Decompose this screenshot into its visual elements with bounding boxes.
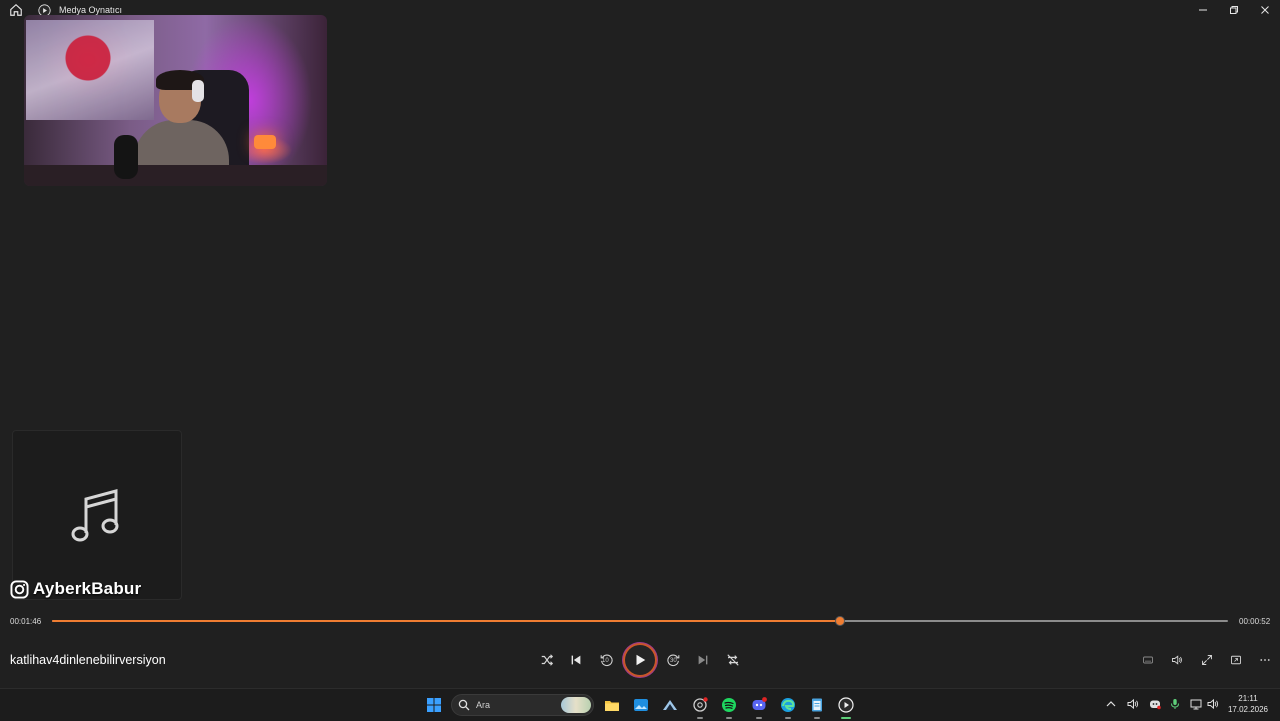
tray-volume[interactable] xyxy=(1206,697,1220,711)
tray-microphone[interactable] xyxy=(1168,697,1182,711)
media-player-icon xyxy=(838,697,854,713)
skip-forward-label: 30 xyxy=(670,658,677,664)
webcam-desk xyxy=(24,165,327,186)
subtitles-icon xyxy=(1143,656,1153,664)
chatgpt-running-indicator xyxy=(697,717,703,719)
seek-bar[interactable] xyxy=(52,616,1228,626)
chatgpt-icon xyxy=(693,697,708,712)
file-explorer-icon xyxy=(605,701,619,711)
play-icon xyxy=(636,654,646,666)
previous-icon xyxy=(571,655,581,665)
notepad-icon xyxy=(812,698,822,712)
subtitles-button[interactable] xyxy=(1138,650,1158,670)
fullscreen-button[interactable] xyxy=(1197,650,1217,670)
volume-icon xyxy=(1172,655,1182,665)
taskbar: Ara 21:11 17.02.2026 xyxy=(0,688,1280,721)
home-icon[interactable] xyxy=(9,3,23,17)
discord-tray-icon xyxy=(1150,700,1161,710)
windows-start-icon xyxy=(427,698,441,712)
more-icon xyxy=(1260,659,1270,661)
taskbar-search[interactable]: Ara xyxy=(451,694,594,716)
music-note-icon xyxy=(70,485,124,545)
instagram-handle: AyberkBabur xyxy=(33,579,142,598)
webcam-overlay xyxy=(24,15,327,186)
seek-bar-thumb[interactable] xyxy=(834,616,845,626)
taskbar-chatgpt[interactable] xyxy=(691,696,709,714)
clock-time: 21:11 xyxy=(1238,694,1258,703)
close-button[interactable] xyxy=(1250,0,1280,20)
network-icon xyxy=(1190,699,1202,710)
webcam-lamp xyxy=(254,135,276,149)
taskbar-photos[interactable] xyxy=(632,696,650,714)
discord-running-indicator xyxy=(756,717,762,719)
webcam-microphone xyxy=(114,135,138,179)
volume-icon xyxy=(1207,698,1219,710)
taskbar-notepad[interactable] xyxy=(808,696,826,714)
search-highlight-image xyxy=(561,697,591,713)
taskbar-media-player[interactable] xyxy=(837,696,855,714)
instagram-overlay: AyberkBabur xyxy=(10,578,141,600)
elapsed-time: 00:01:46 xyxy=(10,617,42,626)
chevron-up-icon xyxy=(1106,701,1116,707)
edge-icon xyxy=(781,698,795,712)
track-title: katlihav4dinlenebilirversiyon xyxy=(10,653,166,667)
photos-icon xyxy=(634,699,648,711)
taskbar-clock[interactable]: 21:11 17.02.2026 xyxy=(1226,693,1270,715)
volume-button[interactable] xyxy=(1167,650,1187,670)
miniplayer-button[interactable] xyxy=(1226,650,1246,670)
taskbar-discord[interactable] xyxy=(750,696,768,714)
discord-icon xyxy=(752,697,767,710)
taskbar-edge[interactable] xyxy=(779,696,797,714)
notepad-running-indicator xyxy=(814,717,820,719)
repeat-off-icon xyxy=(727,654,739,666)
windows-start-button[interactable] xyxy=(425,696,443,714)
play-button[interactable] xyxy=(625,645,655,675)
spotify-icon xyxy=(722,698,736,712)
album-art-placeholder[interactable] xyxy=(12,430,182,600)
taskbar-spotify[interactable] xyxy=(720,696,738,714)
next-icon xyxy=(698,655,708,665)
restore-button[interactable] xyxy=(1219,0,1249,20)
instagram-icon xyxy=(10,579,29,599)
skip-forward-30-button[interactable]: 30 xyxy=(664,650,684,670)
miniplayer-icon xyxy=(1231,655,1241,665)
tray-overflow-button[interactable] xyxy=(1104,697,1118,711)
speaker-icon xyxy=(1127,698,1139,710)
next-button[interactable] xyxy=(693,650,713,670)
clock-date: 17.02.2026 xyxy=(1227,705,1269,714)
media-player-active-indicator xyxy=(841,717,851,719)
fullscreen-icon xyxy=(1202,655,1212,665)
spotify-running-indicator xyxy=(726,717,732,719)
remaining-time: 00:00:52 xyxy=(1239,617,1271,626)
seek-bar-fill xyxy=(52,620,840,622)
steam-icon xyxy=(663,700,677,710)
edge-running-indicator xyxy=(785,717,791,719)
repeat-button[interactable] xyxy=(723,650,743,670)
tray-network[interactable] xyxy=(1189,697,1203,711)
tray-discord[interactable] xyxy=(1148,697,1162,711)
window-title: Medya Oynatıcı xyxy=(59,5,123,15)
shuffle-button[interactable] xyxy=(537,650,557,670)
minimize-button[interactable] xyxy=(1188,0,1218,20)
skip-back-10-button[interactable]: 10 xyxy=(596,650,616,670)
taskbar-file-explorer[interactable] xyxy=(603,696,621,714)
shuffle-icon xyxy=(541,654,554,666)
search-placeholder: Ara xyxy=(476,700,491,710)
previous-button[interactable] xyxy=(566,650,586,670)
more-options-button[interactable] xyxy=(1255,650,1275,670)
taskbar-steam[interactable] xyxy=(661,696,679,714)
skip-back-label: 10 xyxy=(602,658,609,664)
microphone-icon xyxy=(1171,699,1179,709)
search-icon xyxy=(458,699,470,711)
tray-speaker[interactable] xyxy=(1126,697,1140,711)
